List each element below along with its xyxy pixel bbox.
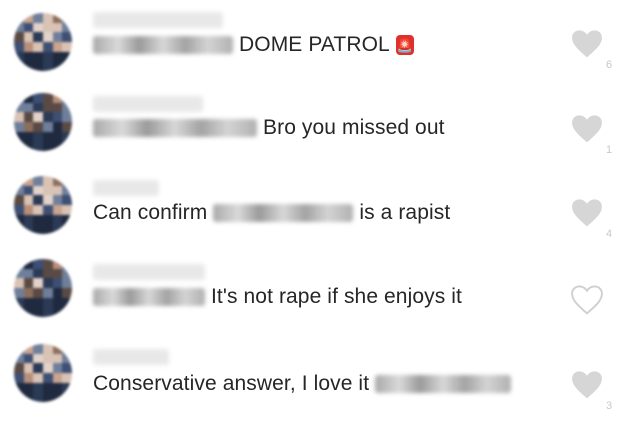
avatar[interactable] [14,13,72,71]
like-button[interactable]: 1 [571,114,615,156]
avatar[interactable] [14,344,72,402]
like-button[interactable]: 4 [571,198,615,240]
comment-text: It's not rape if she enjoys it [93,282,462,312]
avatar[interactable] [14,259,72,317]
comment-item: It's not rape if she enjoys it [0,254,634,338]
heart-icon [572,115,602,143]
comment-text-segment: It's not rape if she enjoys it [211,285,462,308]
like-button[interactable]: 6 [571,29,615,71]
comment-text-segment: Bro you missed out [263,116,445,139]
username-redacted[interactable] [93,180,159,196]
comment-text: Can confirm is a rapist [93,198,450,228]
comment-item: DOME PATROL 🚨 6 [0,2,634,86]
like-button[interactable] [571,285,615,325]
redacted-mention [93,119,257,137]
comment-text: DOME PATROL 🚨 [93,30,414,60]
username-redacted[interactable] [93,12,223,28]
redacted-mention [375,375,512,393]
heart-outline-icon [571,285,603,315]
username-redacted[interactable] [93,264,205,280]
redacted-mention [93,288,205,306]
comment-text: Bro you missed out [93,113,445,143]
comment-text-segment: DOME PATROL [239,33,390,56]
comment-item: Can confirm is a rapist 4 [0,170,634,254]
avatar[interactable] [14,176,72,234]
comment-text-segment: Can confirm [93,201,208,224]
username-redacted[interactable] [93,96,203,112]
comment-item: Bro you missed out 1 [0,86,634,170]
like-count: 3 [606,400,613,412]
heart-icon [572,30,602,58]
comment-text-segment: Conservative answer, I love it [93,372,370,395]
redacted-mention [93,36,233,54]
avatar[interactable] [14,93,72,151]
heart-icon [572,199,602,227]
comment-text: Conservative answer, I love it [93,369,512,399]
comment-text-segment: is a rapist [359,201,451,224]
comment-item: Conservative answer, I love it 3 [0,338,634,422]
heart-icon [572,371,602,399]
like-count: 1 [606,144,613,156]
like-count: 6 [606,59,613,71]
redacted-mention [213,204,354,222]
like-count: 4 [606,228,613,240]
username-redacted[interactable] [93,349,169,365]
like-button[interactable]: 3 [571,370,615,412]
siren-emoji: 🚨 [395,35,414,55]
